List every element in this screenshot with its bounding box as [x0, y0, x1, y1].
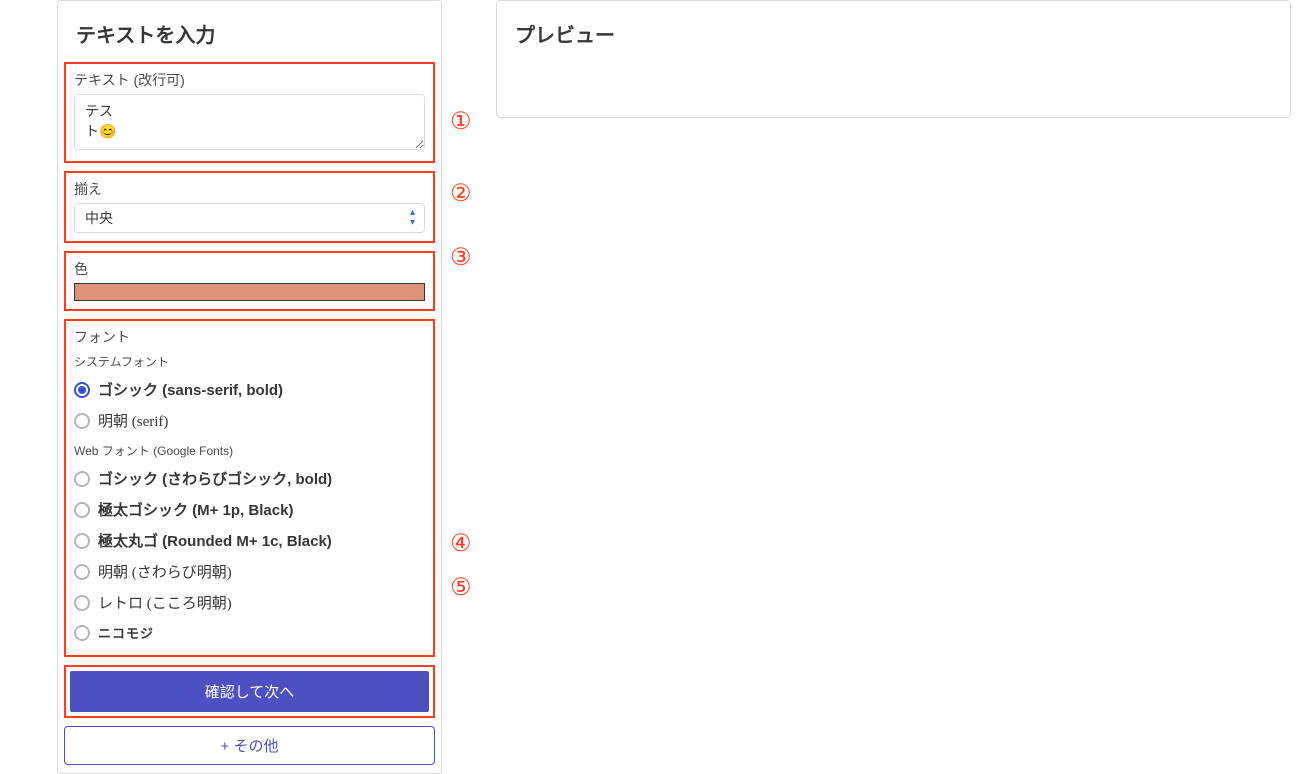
radio-icon — [74, 471, 90, 487]
font-label: フォント — [74, 327, 425, 347]
confirm-button[interactable]: 確認して次へ — [70, 671, 429, 712]
font-option-label: 明朝 (さわらび明朝) — [98, 561, 232, 582]
font-option-label: レトロ (こころ明朝) — [98, 592, 232, 613]
radio-icon — [74, 533, 90, 549]
font-option[interactable]: レトロ (こころ明朝) — [74, 587, 425, 618]
font-option[interactable]: 極太ゴシック (M+ 1p, Black) — [74, 494, 425, 525]
font-option-label: ニコモジ — [98, 623, 154, 642]
font-group-system-label: システムフォント — [74, 353, 425, 370]
annotation-number: ② — [450, 182, 478, 206]
font-option-label: 極太丸ゴ (Rounded M+ 1c, Black) — [98, 530, 332, 551]
section-align: 揃え 中央 ▴▾ — [64, 171, 435, 243]
align-label: 揃え — [74, 179, 425, 199]
annotation-number: ④ — [450, 532, 478, 556]
radio-icon — [74, 413, 90, 429]
font-option[interactable]: 極太丸ゴ (Rounded M+ 1c, Black) — [74, 525, 425, 556]
section-font: フォント システムフォント ゴシック (sans-serif, bold) 明朝 … — [64, 319, 435, 657]
other-button[interactable]: + その他 — [64, 726, 435, 765]
radio-icon — [74, 564, 90, 580]
confirm-button-highlight: 確認して次へ — [64, 665, 435, 718]
panel-title: テキストを入力 — [58, 1, 441, 62]
align-select[interactable]: 中央 — [74, 203, 425, 233]
preview-panel: プレビュー — [496, 0, 1291, 118]
text-input-panel: テキストを入力 テキスト (改行可) 揃え 中央 ▴▾ 色 — [57, 0, 442, 774]
annotation-number: ③ — [450, 246, 478, 270]
font-option-label: 極太ゴシック (M+ 1p, Black) — [98, 499, 293, 520]
font-option[interactable]: ゴシック (さわらびゴシック, bold) — [74, 463, 425, 494]
preview-title: プレビュー — [515, 19, 1272, 48]
radio-icon — [74, 382, 90, 398]
radio-icon — [74, 595, 90, 611]
buttons-row: 確認して次へ + その他 — [58, 665, 441, 773]
annotation-number: ⑤ — [450, 576, 478, 600]
font-option-label: 明朝 (serif) — [98, 410, 168, 431]
color-picker[interactable] — [74, 283, 425, 301]
font-option-label: ゴシック (sans-serif, bold) — [98, 379, 283, 400]
font-option[interactable]: ゴシック (sans-serif, bold) — [74, 374, 425, 405]
text-input[interactable] — [74, 94, 425, 150]
section-text: テキスト (改行可) — [64, 62, 435, 163]
text-label: テキスト (改行可) — [74, 70, 425, 90]
color-label: 色 — [74, 259, 425, 279]
radio-icon — [74, 502, 90, 518]
section-color: 色 — [64, 251, 435, 311]
radio-icon — [74, 625, 90, 641]
annotation-number: ① — [450, 110, 478, 134]
font-option[interactable]: 明朝 (serif) — [74, 405, 425, 436]
font-option-label: ゴシック (さわらびゴシック, bold) — [98, 468, 332, 489]
annotation-column: ① ② ③ ④ ⑤ — [450, 62, 478, 600]
font-option[interactable]: ニコモジ — [74, 618, 425, 647]
font-group-web-label: Web フォント (Google Fonts) — [74, 442, 425, 459]
font-option[interactable]: 明朝 (さわらび明朝) — [74, 556, 425, 587]
